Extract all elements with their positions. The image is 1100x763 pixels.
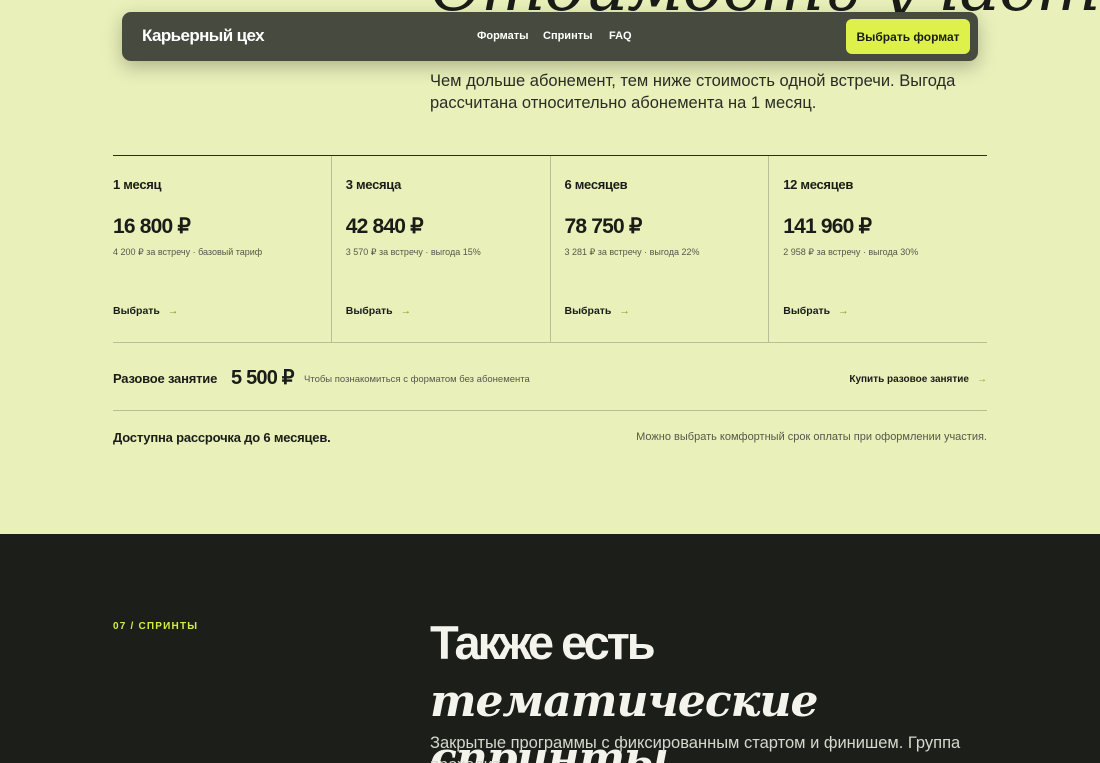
sprints-title-sans: Также есть (430, 616, 656, 669)
single-session-price: 5 500 ₽ (231, 367, 295, 389)
installment-row: Доступна рассрочка до 6 месяцев. Можно в… (113, 430, 987, 448)
plan-price: 78 750 ₽ (564, 215, 643, 238)
single-session-label: Разовое занятие (113, 371, 218, 386)
buy-single-session-link[interactable]: Купить разовое занятие → (849, 374, 987, 385)
plan-select-label: Выбрать (783, 305, 831, 317)
logo[interactable]: Карьерный цех (142, 26, 265, 46)
plan-select-link[interactable]: Выбрать → (113, 305, 178, 317)
plan-name: 12 месяцев (783, 177, 854, 192)
plan-note: 3 281 ₽ за встречу · выгода 22% (564, 247, 700, 257)
plan-name: 3 месяца (345, 177, 402, 192)
plan-select-label: Выбрать (564, 305, 612, 317)
plan-note: 3 570 ₽ за встречу · выгода 15% (345, 247, 481, 257)
top-navbar: Карьерный цех Форматы Спринты FAQ Выбрат… (122, 12, 978, 61)
plan-card: 12 месяцев 141 960 ₽ 2 958 ₽ за встречу … (768, 156, 987, 342)
section-eyebrow: 07 / СПРИНТЫ (113, 621, 199, 632)
installment-note: Можно выбрать комфортный срок оплаты при… (636, 431, 987, 443)
plan-select-link[interactable]: Выбрать → (346, 305, 411, 317)
arrow-right-icon: → (400, 305, 412, 317)
arrow-right-icon: → (838, 305, 849, 317)
single-session-note: Чтобы познакомиться с форматом без абоне… (304, 374, 530, 385)
plan-card: 3 месяца 42 840 ₽ 3 570 ₽ за встречу · в… (330, 156, 550, 342)
plan-price: 16 800 ₽ (113, 215, 191, 238)
plan-note: 4 200 ₽ за встречу · базовый тариф (113, 247, 263, 257)
nav-link-formats[interactable]: Форматы (477, 30, 529, 42)
plans-grid: 1 месяц 16 800 ₽ 4 200 ₽ за встречу · ба… (113, 155, 987, 343)
buy-single-session-label: Купить разовое занятие (849, 374, 969, 385)
plan-price: 141 960 ₽ (783, 215, 872, 238)
plan-card: 1 месяц 16 800 ₽ 4 200 ₽ за встречу · ба… (113, 156, 331, 342)
arrow-right-icon: → (619, 305, 630, 317)
arrow-right-icon: → (977, 374, 987, 385)
pricing-section: Стоимость участия Чем дольше абонемент, … (0, 0, 1100, 534)
plan-select-label: Выбрать (345, 305, 393, 317)
plan-note: 2 958 ₽ за встречу · выгода 30% (783, 247, 919, 257)
plan-name: 6 месяцев (564, 177, 628, 192)
plan-select-label: Выбрать (113, 305, 160, 317)
pricing-lead: Чем дольше абонемент, тем ниже стоимость… (430, 72, 956, 112)
nav-link-sprints[interactable]: Спринты (543, 30, 593, 42)
arrow-right-icon: → (167, 305, 179, 317)
plan-card: 6 месяцев 78 750 ₽ 3 281 ₽ за встречу · … (549, 156, 769, 342)
installment-title: Доступна рассрочка до 6 месяцев. (113, 430, 331, 445)
plan-select-link[interactable]: Выбрать → (565, 305, 630, 317)
sprints-section: 07 / СПРИНТЫ Также есть тематические спр… (0, 534, 1100, 763)
single-session-row: Разовое занятие 5 500 ₽ Чтобы познакомит… (113, 343, 987, 411)
plan-select-link[interactable]: Выбрать → (783, 305, 848, 317)
nav-link-faq[interactable]: FAQ (609, 30, 632, 42)
choose-format-button[interactable]: Выбрать формат (846, 19, 970, 54)
plan-name: 1 месяц (113, 177, 162, 192)
sprints-description: Закрытые программы с фиксированным старт… (430, 734, 961, 763)
plan-price: 42 840 ₽ (345, 215, 424, 238)
